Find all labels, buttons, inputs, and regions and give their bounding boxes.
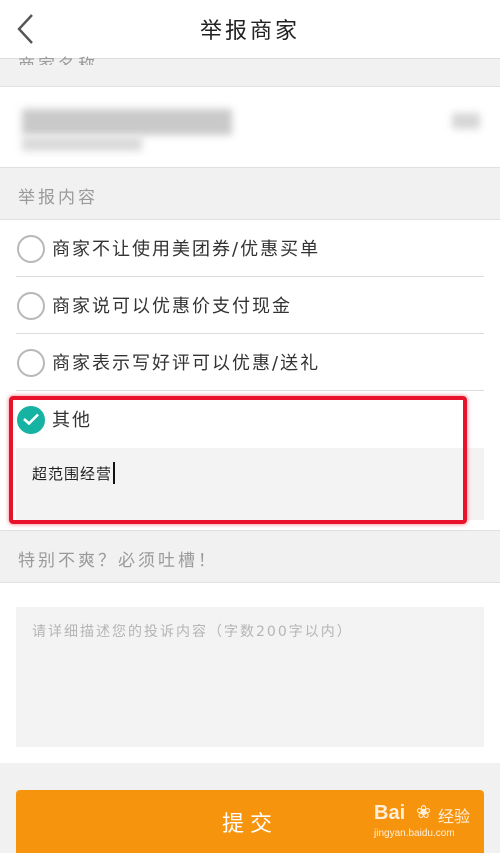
complaint-textarea[interactable]: 请详细描述您的投诉内容（字数200字以内） xyxy=(16,607,484,747)
option-cash-discount[interactable]: 商家说可以优惠价支付现金 xyxy=(0,277,500,334)
report-section-label: 举报内容 xyxy=(18,188,98,208)
blurred-merchant-extra xyxy=(452,113,480,129)
option-label: 商家不让使用美团券/优惠买单 xyxy=(52,239,321,260)
option-label: 商家表示写好评可以优惠/送礼 xyxy=(52,353,321,374)
merchant-name-row xyxy=(0,86,500,168)
paw-icon: ❀ xyxy=(416,802,432,823)
watermark-url: jingyan.baidu.com xyxy=(374,828,455,839)
radio-unchecked-icon[interactable] xyxy=(17,292,45,320)
watermark-brand: 经验 xyxy=(438,807,471,826)
nav-bar: 举报商家 xyxy=(0,0,500,59)
blurred-merchant-detail xyxy=(22,137,142,151)
baidu-jingyan-watermark: Bai ❀ 经验 jingyan.baidu.com xyxy=(374,800,474,844)
complaint-section: 请详细描述您的投诉内容（字数200字以内） xyxy=(0,582,500,763)
highlight-annotation-box xyxy=(9,396,467,524)
blurred-merchant-name xyxy=(22,109,232,135)
radio-unchecked-icon[interactable] xyxy=(17,349,45,377)
page-title: 举报商家 xyxy=(199,19,300,44)
watermark-logo: Bai xyxy=(374,802,406,824)
option-no-coupon[interactable]: 商家不让使用美团券/优惠买单 xyxy=(0,220,500,277)
complaint-placeholder: 请详细描述您的投诉内容（字数200字以内） xyxy=(32,624,353,640)
option-label: 商家说可以优惠价支付现金 xyxy=(52,296,292,317)
merchant-section-label: 商家名称 xyxy=(18,55,98,65)
radio-unchecked-icon[interactable] xyxy=(17,235,45,263)
complaint-section-label: 特别不爽？必须吐槽！ xyxy=(18,551,218,571)
option-review-gift[interactable]: 商家表示写好评可以优惠/送礼 xyxy=(0,334,500,391)
